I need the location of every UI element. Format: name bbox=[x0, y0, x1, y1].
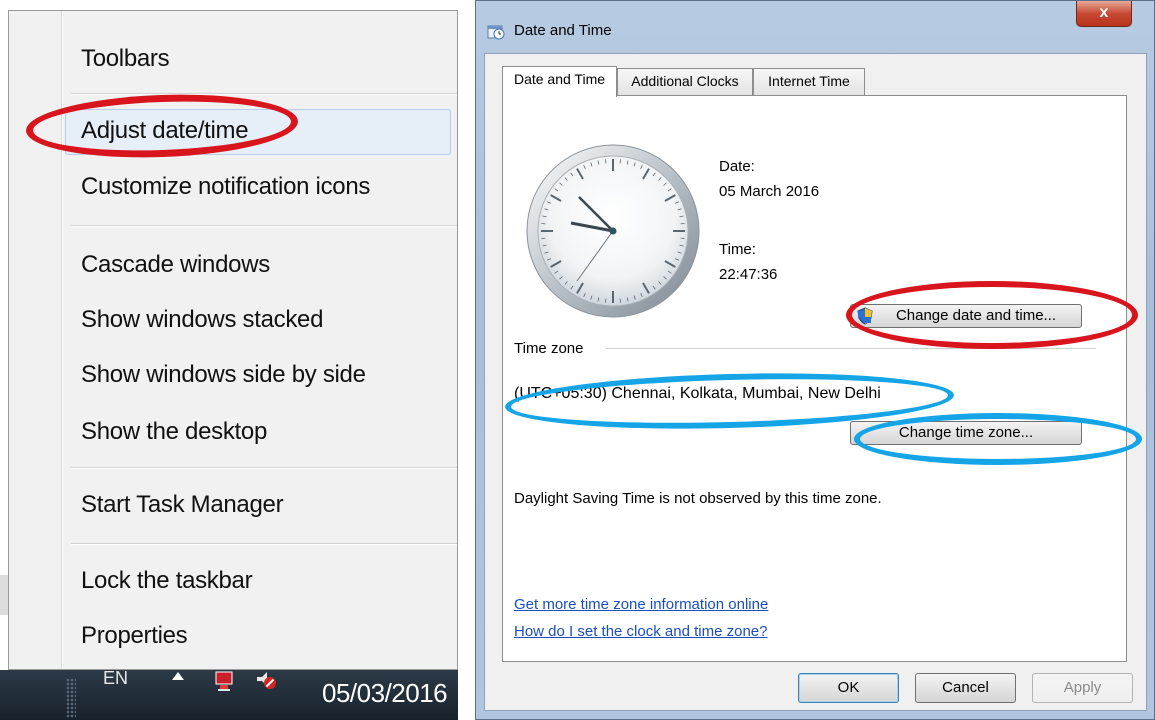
apply-button[interactable]: Apply bbox=[1032, 673, 1133, 703]
menu-separator bbox=[71, 543, 457, 545]
close-button[interactable]: x bbox=[1076, 1, 1132, 27]
time-zone-divider bbox=[606, 348, 1096, 349]
taskbar-date[interactable]: 05/03/2016 bbox=[322, 678, 448, 709]
taskbar-grip[interactable] bbox=[66, 678, 76, 718]
date-time-app-icon bbox=[487, 25, 505, 40]
volume-muted-icon[interactable] bbox=[255, 670, 277, 690]
menu-item-show-windows-stacked[interactable]: Show windows stacked bbox=[81, 302, 323, 338]
change-date-and-time-button[interactable]: Change date and time... bbox=[850, 304, 1082, 328]
uac-shield-icon bbox=[857, 307, 873, 325]
clock-help-link[interactable]: How do I set the clock and time zone? bbox=[514, 623, 767, 640]
change-date-and-time-label: Change date and time... bbox=[895, 307, 1057, 324]
dialog-client-area: Date and Time Additional Clocks Internet… bbox=[484, 53, 1147, 711]
tab-additional-clocks[interactable]: Additional Clocks bbox=[617, 68, 753, 95]
change-time-zone-button[interactable]: Change time zone... bbox=[850, 421, 1082, 445]
analog-clock-icon bbox=[526, 144, 700, 318]
menu-gutter bbox=[61, 11, 63, 669]
menu-item-customize-notification-icons[interactable]: Customize notification icons bbox=[81, 169, 370, 205]
scrollbar-edge bbox=[0, 575, 8, 615]
menu-item-cascade-windows[interactable]: Cascade windows bbox=[81, 247, 270, 283]
taskbar-context-menu: Toolbars Adjust date/time Customize noti… bbox=[8, 10, 458, 670]
time-zone-value: (UTC+05:30) Chennai, Kolkata, Mumbai, Ne… bbox=[514, 385, 881, 402]
time-zone-heading: Time zone bbox=[514, 340, 584, 357]
taskbar-context-panel: Toolbars Adjust date/time Customize noti… bbox=[0, 0, 458, 720]
cancel-button[interactable]: Cancel bbox=[915, 673, 1016, 703]
taskbar: EN 05/03/2016 bbox=[0, 668, 458, 720]
date-label: Date: bbox=[719, 158, 755, 175]
menu-item-toolbars[interactable]: Toolbars bbox=[81, 41, 170, 77]
menu-item-show-the-desktop[interactable]: Show the desktop bbox=[81, 414, 267, 450]
menu-separator bbox=[71, 93, 457, 95]
dialog-title: Date and Time bbox=[514, 22, 612, 39]
divider bbox=[458, 0, 475, 720]
menu-separator bbox=[71, 225, 457, 227]
menu-item-start-task-manager[interactable]: Start Task Manager bbox=[81, 487, 284, 523]
tab-internet-time[interactable]: Internet Time bbox=[753, 68, 865, 95]
time-zone-info-link[interactable]: Get more time zone information online bbox=[514, 596, 768, 613]
menu-separator bbox=[71, 467, 457, 469]
title-bar[interactable]: Date and Time x bbox=[476, 1, 1154, 53]
network-icon[interactable] bbox=[214, 670, 236, 692]
date-and-time-tab-panel: Date: 05 March 2016 Time: 22:47:36 Chang… bbox=[502, 95, 1127, 662]
show-hidden-icons-arrow-icon[interactable] bbox=[172, 672, 184, 680]
dst-note: Daylight Saving Time is not observed by … bbox=[514, 490, 882, 507]
menu-item-adjust-date-time[interactable]: Adjust date/time bbox=[81, 113, 249, 149]
ok-button[interactable]: OK bbox=[798, 673, 899, 703]
time-label: Time: bbox=[719, 241, 756, 258]
menu-item-lock-the-taskbar[interactable]: Lock the taskbar bbox=[81, 563, 253, 599]
language-indicator[interactable]: EN bbox=[103, 668, 128, 689]
date-value: 05 March 2016 bbox=[719, 183, 820, 200]
menu-item-properties[interactable]: Properties bbox=[81, 618, 188, 654]
date-and-time-dialog: Date and Time x Date and Time Additional… bbox=[475, 0, 1155, 720]
menu-item-show-windows-side-by-side[interactable]: Show windows side by side bbox=[81, 357, 366, 393]
tab-date-and-time[interactable]: Date and Time bbox=[502, 66, 617, 97]
time-value: 22:47:36 bbox=[719, 266, 778, 283]
